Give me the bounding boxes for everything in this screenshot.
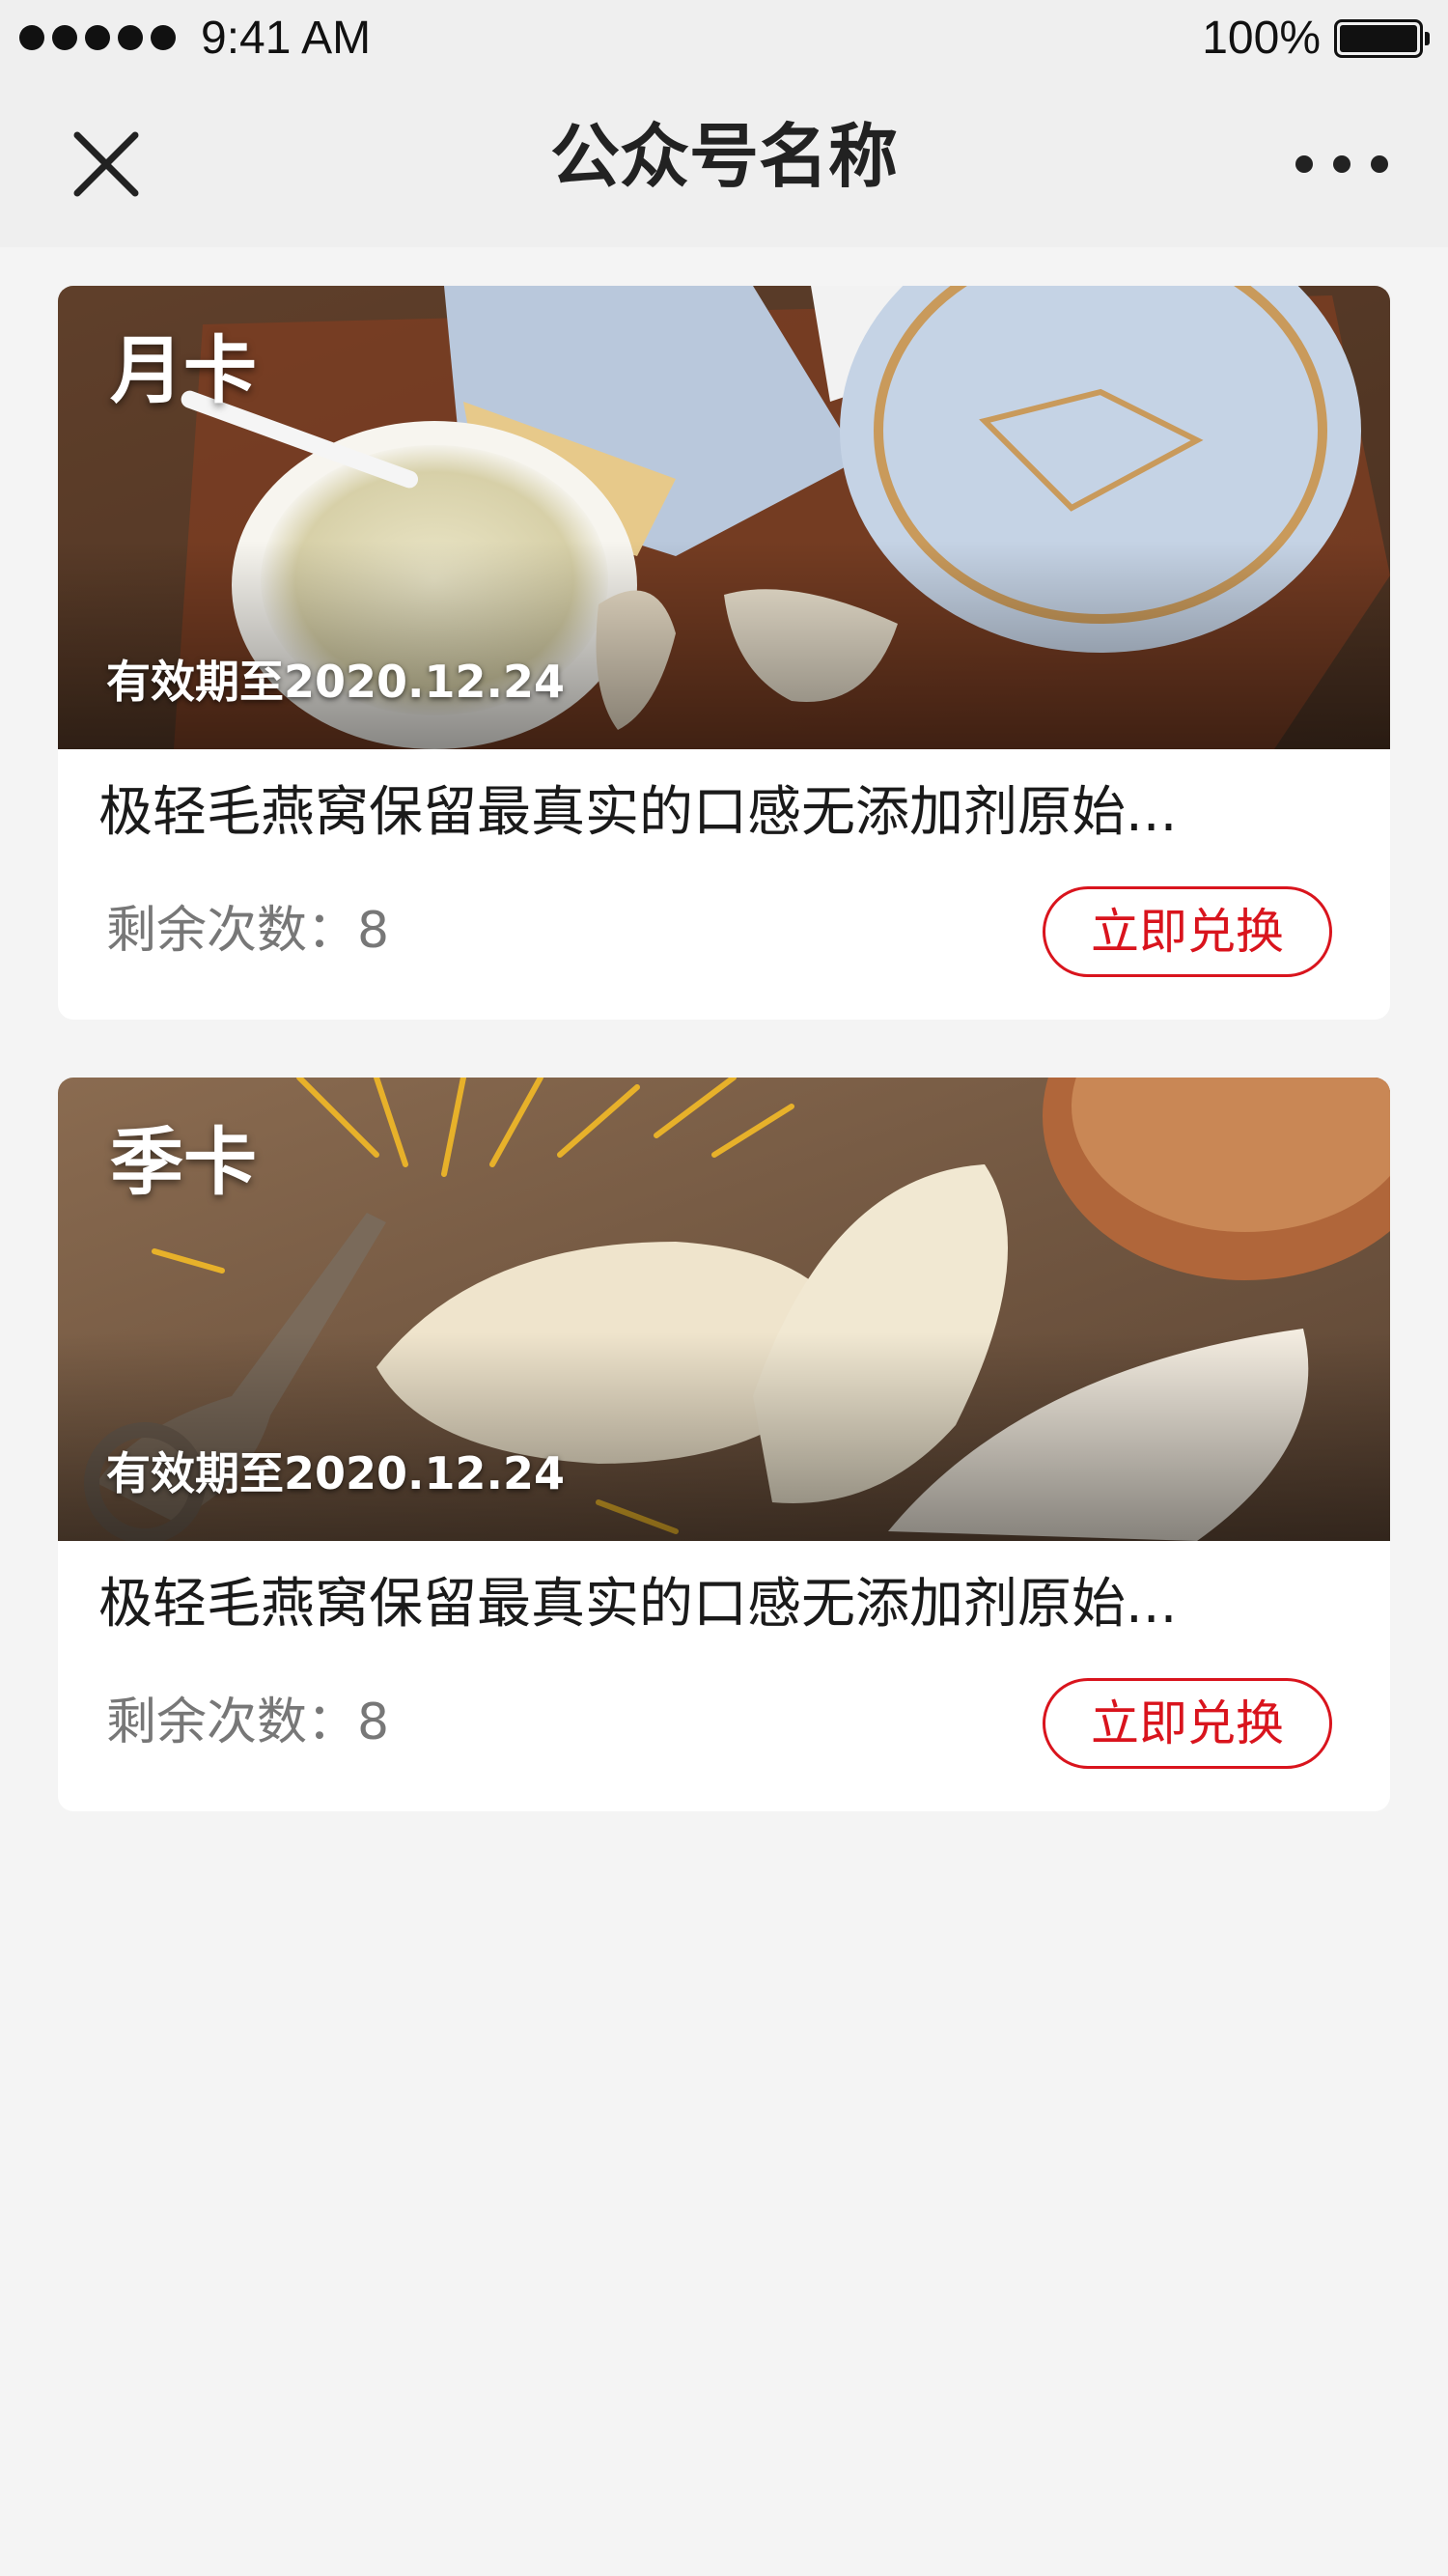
battery-icon: [1334, 19, 1430, 58]
card-expiry-date: 有效期至2020.12.24: [106, 1447, 566, 1499]
card-type-label: 月卡: [110, 327, 257, 413]
card-monthly[interactable]: 月卡 有效期至2020.12.24 极轻毛燕窝保留最真实的口感无添加剂原始...…: [58, 286, 1390, 1020]
more-icon[interactable]: [1295, 137, 1388, 191]
signal-dots-icon: [19, 25, 176, 50]
remaining-value: 8: [357, 1694, 390, 1751]
page-title: 公众号名称: [549, 116, 898, 197]
remaining-label: 剩余次数：: [106, 1694, 358, 1751]
remaining-count: 剩余次数：8: [106, 898, 389, 964]
card-image-birds-nest-pieces: 季卡 有效期至2020.12.24: [58, 1078, 1390, 1541]
redeem-button[interactable]: 立即兑换: [1043, 886, 1332, 977]
nav-bar: 公众号名称: [0, 77, 1448, 247]
card-type-label: 季卡: [110, 1119, 257, 1205]
card-description: 极轻毛燕窝保留最真实的口感无添加剂原始...: [98, 1573, 1178, 1636]
status-bar: 9:41 AM 100%: [0, 0, 1448, 77]
remaining-value: 8: [357, 902, 390, 960]
card-expiry-date: 有效期至2020.12.24: [106, 656, 566, 708]
battery-percentage: 100%: [1202, 13, 1321, 64]
card-image-birds-nest-dessert: 月卡 有效期至2020.12.24: [58, 286, 1390, 749]
status-time: 9:41 AM: [201, 13, 372, 64]
redeem-button[interactable]: 立即兑换: [1043, 1678, 1332, 1769]
remaining-count: 剩余次数：8: [106, 1690, 389, 1755]
card-description: 极轻毛燕窝保留最真实的口感无添加剂原始...: [98, 781, 1178, 844]
card-quarterly[interactable]: 季卡 有效期至2020.12.24 极轻毛燕窝保留最真实的口感无添加剂原始...…: [58, 1078, 1390, 1811]
remaining-label: 剩余次数：: [106, 902, 358, 960]
